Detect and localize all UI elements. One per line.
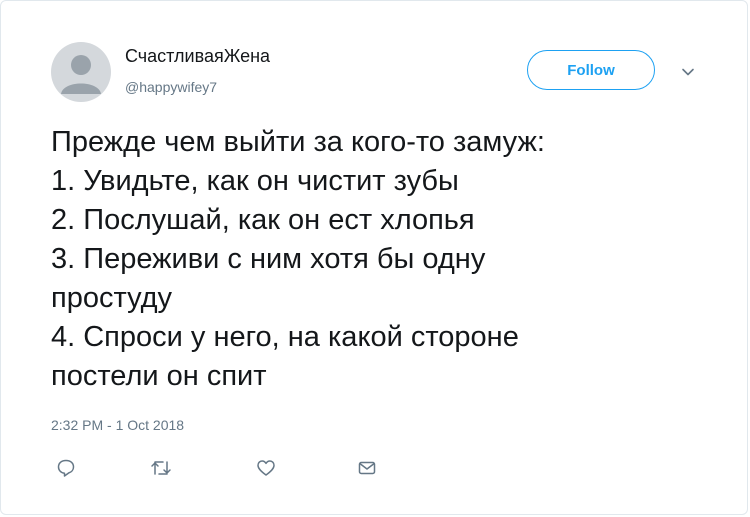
tweet-line: простуду xyxy=(51,282,173,314)
tweet-line: 3. Переживи с ним хотя бы одну xyxy=(51,243,486,275)
tweet-line: постели он спит xyxy=(51,360,267,392)
chevron-down-icon[interactable] xyxy=(681,65,695,79)
reply-icon[interactable] xyxy=(55,457,77,479)
author-display-name[interactable]: СчастливаяЖена xyxy=(125,46,270,67)
like-icon[interactable] xyxy=(255,457,277,479)
tweet-line: 1. Увидьте, как он чистит зубы xyxy=(51,165,459,197)
follow-button[interactable]: Follow xyxy=(527,50,655,90)
tweet-line: 2. Послушай, как он ест хлопья xyxy=(51,204,475,236)
message-icon[interactable] xyxy=(356,457,378,479)
author-handle[interactable]: @happywifey7 xyxy=(125,79,217,95)
tweet-card: СчастливаяЖена @happywifey7 Follow Прежд… xyxy=(0,0,748,515)
tweet-line: Прежде чем выйти за кого-то замуж: xyxy=(51,126,545,158)
tweet-text: Прежде чем выйти за кого-то замуж: 1. Ув… xyxy=(51,123,711,396)
tweet-timestamp[interactable]: 2:32 PM - 1 Oct 2018 xyxy=(51,417,184,433)
avatar[interactable] xyxy=(51,42,111,102)
default-avatar-icon xyxy=(61,55,101,94)
retweet-icon[interactable] xyxy=(150,457,172,479)
tweet-line: 4. Спроси у него, на какой стороне xyxy=(51,321,519,353)
